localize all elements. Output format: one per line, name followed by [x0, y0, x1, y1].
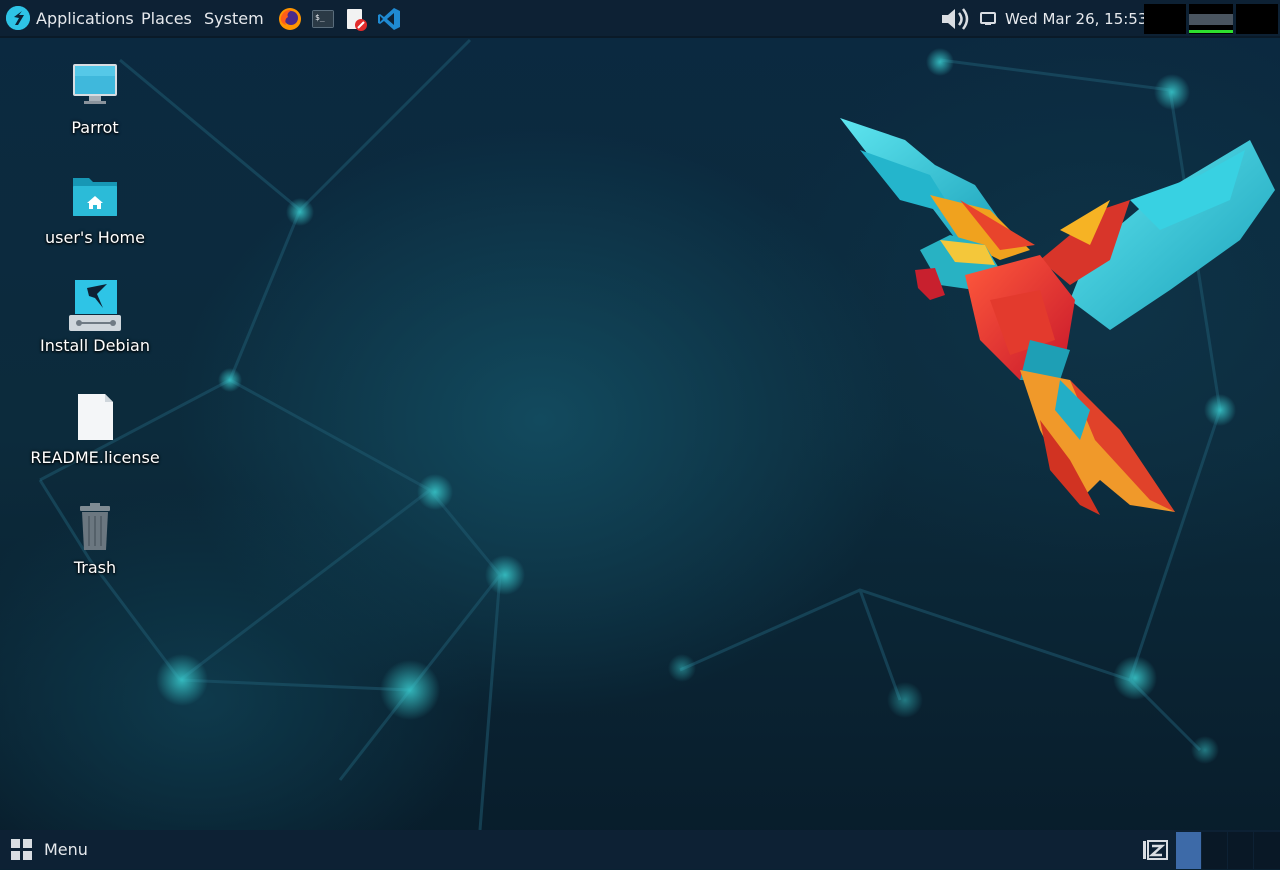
show-desktop-icon[interactable] [1142, 838, 1168, 862]
terminal-icon[interactable]: $_ [311, 7, 335, 31]
menu-button[interactable]: Menu [0, 830, 100, 869]
desktop-icon-trash[interactable]: Trash [25, 502, 165, 577]
desktop-icon-home[interactable]: user's Home [25, 172, 165, 247]
memory-usage-bar [1189, 14, 1233, 25]
top-panel: Applications Places System $_ Wed Mar 26… [0, 0, 1280, 38]
trash-icon [67, 502, 123, 552]
volume-icon[interactable] [940, 5, 972, 33]
parrot-logo-icon [6, 6, 30, 30]
system-monitor-cpu[interactable] [1144, 4, 1186, 34]
bottom-panel: Menu [0, 830, 1280, 869]
workspace-2[interactable] [1202, 832, 1227, 869]
menu-places[interactable]: Places [141, 0, 192, 36]
parrot-artwork [840, 118, 1275, 515]
menu-applications[interactable]: Applications [36, 0, 134, 36]
desktop-icon-label: Trash [73, 558, 117, 577]
menu-system[interactable]: System [204, 0, 264, 36]
svg-text:$_: $_ [315, 13, 325, 22]
file-icon [67, 392, 123, 442]
desktop-wallpaper [0, 0, 1280, 869]
desktop-icon-label: README.license [30, 448, 160, 467]
clock[interactable]: Wed Mar 26, 15:53 [1005, 0, 1147, 36]
workspace-1[interactable] [1176, 832, 1201, 869]
firefox-icon[interactable] [278, 7, 302, 31]
app-grid-icon [11, 839, 32, 860]
desktop-icon-install-debian[interactable]: Install Debian [25, 280, 165, 355]
desktop-icon-parrot[interactable]: Parrot [25, 62, 165, 137]
desktop-icon-label: Install Debian [40, 336, 150, 355]
wallpaper-network-graphic [38, 38, 1275, 831]
home-folder-icon [67, 172, 123, 222]
workspace-4[interactable] [1254, 832, 1280, 869]
network-icon[interactable] [980, 11, 996, 27]
text-editor-icon[interactable] [344, 7, 368, 31]
vscode-icon[interactable] [377, 7, 401, 31]
menu-label: Menu [44, 840, 88, 859]
desktop-icon-label: Parrot [71, 118, 119, 137]
installer-icon [67, 280, 123, 331]
system-monitor-network[interactable] [1236, 4, 1278, 34]
desktop-icon-readme[interactable]: README.license [25, 392, 165, 467]
cpu-usage-bar [1189, 30, 1233, 33]
computer-icon [67, 62, 123, 112]
workspace-3[interactable] [1228, 832, 1253, 869]
system-monitor-memory[interactable] [1189, 4, 1233, 34]
parrot-menu-logo-icon[interactable] [6, 6, 30, 30]
desktop-icon-label: user's Home [45, 228, 145, 247]
